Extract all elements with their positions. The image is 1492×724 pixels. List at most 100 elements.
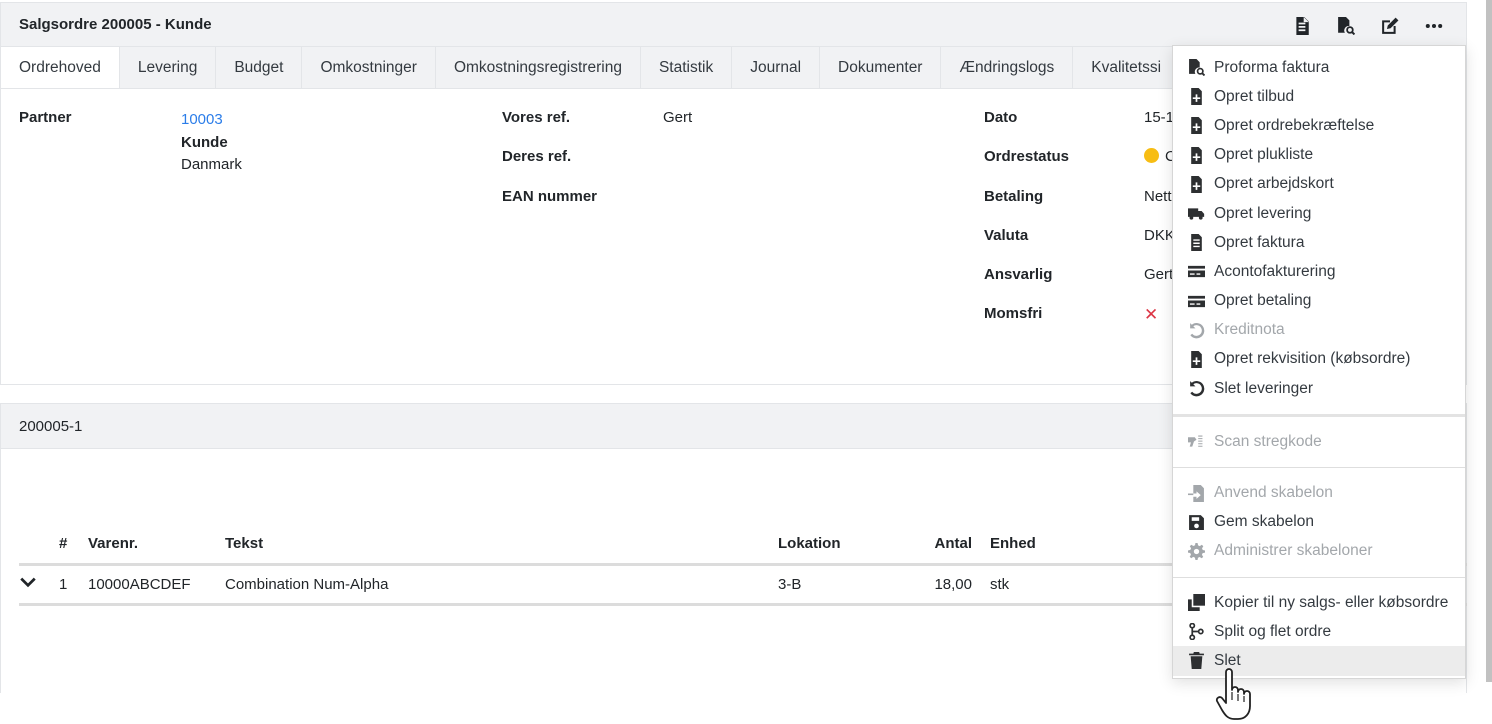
menu-item-label: Anvend skabelon: [1214, 484, 1333, 502]
more-icon: [1425, 23, 1443, 29]
menu-item-label: Scan stregkode: [1214, 432, 1322, 450]
menu-item-label: Acontofakturering: [1214, 262, 1336, 280]
barcode-scanner-icon: [1187, 435, 1202, 448]
menu-item-opret-tilbud[interactable]: Opret tilbud: [1173, 82, 1465, 111]
menu-item-opret-arbejdskort[interactable]: Opret arbejdskort: [1173, 170, 1465, 199]
menu-item-label: Opret ordrebekræftelse: [1214, 116, 1375, 134]
momsfri-label: Momsfri: [984, 305, 1043, 323]
row-item-no: 10000ABCDEF: [88, 564, 225, 606]
menu-item-slet-leveringer[interactable]: Slet leveringer: [1173, 374, 1465, 403]
page-scrollbar[interactable]: [1486, 0, 1492, 682]
partner-country: Danmark: [181, 156, 242, 173]
menu-item-anvend-skabelon[interactable]: Anvend skabelon: [1173, 478, 1465, 507]
file-search-icon: [1188, 59, 1205, 77]
menu-item-opret-faktura[interactable]: Opret faktura: [1173, 228, 1465, 257]
dato-label: Dato: [984, 109, 1018, 126]
col-text: Tekst: [225, 530, 778, 566]
tab-budget[interactable]: Budget: [216, 47, 303, 88]
hand-cursor-icon: [1215, 668, 1251, 720]
document-icon: [1296, 17, 1309, 35]
file-import-icon: [1187, 484, 1204, 502]
vores-ref-label: Vores ref.: [502, 109, 571, 126]
gear-icon: [1187, 542, 1205, 560]
undo-icon: [1189, 322, 1204, 339]
file-plus-icon: [1190, 350, 1202, 368]
cross-icon: ✕: [1144, 305, 1159, 325]
col-quantity: Antal: [908, 530, 990, 566]
field-ean: EAN nummer: [502, 188, 692, 227]
menu-item-label: Proforma faktura: [1214, 58, 1330, 76]
tab-kvalitetssikring[interactable]: Kvalitetssi: [1073, 47, 1181, 88]
preview-document-button[interactable]: [1324, 5, 1368, 47]
menu-item-label: Opret plukliste: [1214, 146, 1314, 164]
menu-item-label: Administrer skabeloner: [1214, 542, 1373, 560]
menu-item-label: Opret betaling: [1214, 292, 1312, 310]
header-actions: [1280, 5, 1456, 47]
tab-omkostningsregistrering[interactable]: Omkostningsregistrering: [436, 47, 641, 88]
ordrestatus-label: Ordrestatus: [984, 148, 1070, 166]
menu-item-label: Gem skabelon: [1214, 513, 1314, 531]
field-momsfri: Momsfri ✕: [984, 305, 1176, 344]
menu-item-label: Split og flet ordre: [1214, 622, 1332, 640]
file-plus-icon: [1190, 88, 1202, 106]
menu-item-administrer-skabeloner[interactable]: Administrer skabeloner: [1173, 537, 1465, 566]
order-header: Salgsordre 200005 - Kunde: [1, 3, 1466, 47]
trash-icon: [1188, 652, 1204, 670]
tab-ordrehoved[interactable]: Ordrehoved: [1, 47, 120, 88]
menu-item-opret-ordrebekraeftelse[interactable]: Opret ordrebekræftelse: [1173, 111, 1465, 140]
lines-title: 200005-1: [19, 417, 83, 435]
menu-item-label: Opret faktura: [1214, 233, 1305, 251]
menu-item-gem-skabelon[interactable]: Gem skabelon: [1173, 508, 1465, 537]
field-betaling: Betaling Nett: [984, 188, 1176, 227]
menu-item-label: Slet leveringer: [1214, 379, 1314, 397]
menu-item-opret-rekvisition[interactable]: Opret rekvisition (købsordre): [1173, 345, 1465, 374]
menu-item-opret-betaling[interactable]: Opret betaling: [1173, 287, 1465, 316]
tab-dokumenter[interactable]: Dokumenter: [820, 47, 942, 88]
file-plus-icon: [1190, 117, 1202, 135]
menu-item-label: Opret levering: [1214, 204, 1312, 222]
page-title: Salgsordre 200005 - Kunde: [19, 16, 212, 33]
valuta-label: Valuta: [984, 226, 1029, 244]
print-document-button[interactable]: [1280, 5, 1324, 47]
more-actions-button[interactable]: [1412, 5, 1456, 47]
menu-item-acontofakturering[interactable]: Acontofakturering: [1173, 257, 1465, 286]
undo-icon: [1189, 381, 1204, 397]
field-dato: Dato 15-1: [984, 109, 1176, 148]
edit-button[interactable]: [1368, 5, 1412, 47]
tab-omkostninger[interactable]: Omkostninger: [302, 47, 436, 88]
row-text: Combination Num-Alpha: [225, 564, 778, 606]
credit-card-icon: [1187, 295, 1205, 307]
field-deres-ref: Deres ref.: [502, 148, 692, 187]
field-valuta: Valuta DKK: [984, 227, 1176, 266]
status-indicator: [1144, 148, 1159, 164]
menu-item-label: Opret tilbud: [1214, 87, 1295, 105]
save-icon: [1188, 514, 1204, 530]
menu-item-label: Opret arbejdskort: [1214, 175, 1334, 193]
field-partner: Partner 10003 Kunde Danmark: [19, 109, 242, 177]
menu-divider: [1173, 466, 1465, 468]
menu-item-kreditnota[interactable]: Kreditnota: [1173, 316, 1465, 345]
partner-number-link[interactable]: 10003: [181, 109, 242, 132]
tab-statistik[interactable]: Statistik: [641, 47, 733, 88]
tab-aendringslogs[interactable]: Ændringslogs: [941, 47, 1074, 88]
dato-value: 15-1: [1144, 109, 1175, 126]
menu-item-scan-stregkode[interactable]: Scan stregkode: [1173, 427, 1465, 456]
ansvarlig-value: Gert: [1144, 266, 1174, 284]
chevron-down-icon: [20, 577, 36, 588]
row-index: 1: [59, 564, 88, 606]
menu-item-split-og-flet[interactable]: Split og flet ordre: [1173, 617, 1465, 646]
more-actions-menu: Proforma faktura Opret tilbud Opret ordr…: [1172, 45, 1466, 679]
field-ansvarlig: Ansvarlig Gert: [984, 266, 1176, 305]
expand-row-button[interactable]: [19, 564, 59, 606]
tab-journal[interactable]: Journal: [732, 47, 821, 88]
ansvarlig-label: Ansvarlig: [984, 266, 1053, 284]
col-location: Lokation: [778, 530, 908, 566]
menu-item-opret-plukliste[interactable]: Opret plukliste: [1173, 141, 1465, 170]
menu-item-label: Kreditnota: [1214, 321, 1285, 339]
col-index: #: [59, 530, 88, 566]
tab-levering[interactable]: Levering: [120, 47, 217, 88]
menu-item-proforma-faktura[interactable]: Proforma faktura: [1173, 53, 1465, 82]
menu-item-kopier[interactable]: Kopier til ny salgs- eller købsordre: [1173, 588, 1465, 617]
menu-item-opret-levering[interactable]: Opret levering: [1173, 199, 1465, 228]
menu-item-label: Opret rekvisition (købsordre): [1214, 350, 1411, 368]
